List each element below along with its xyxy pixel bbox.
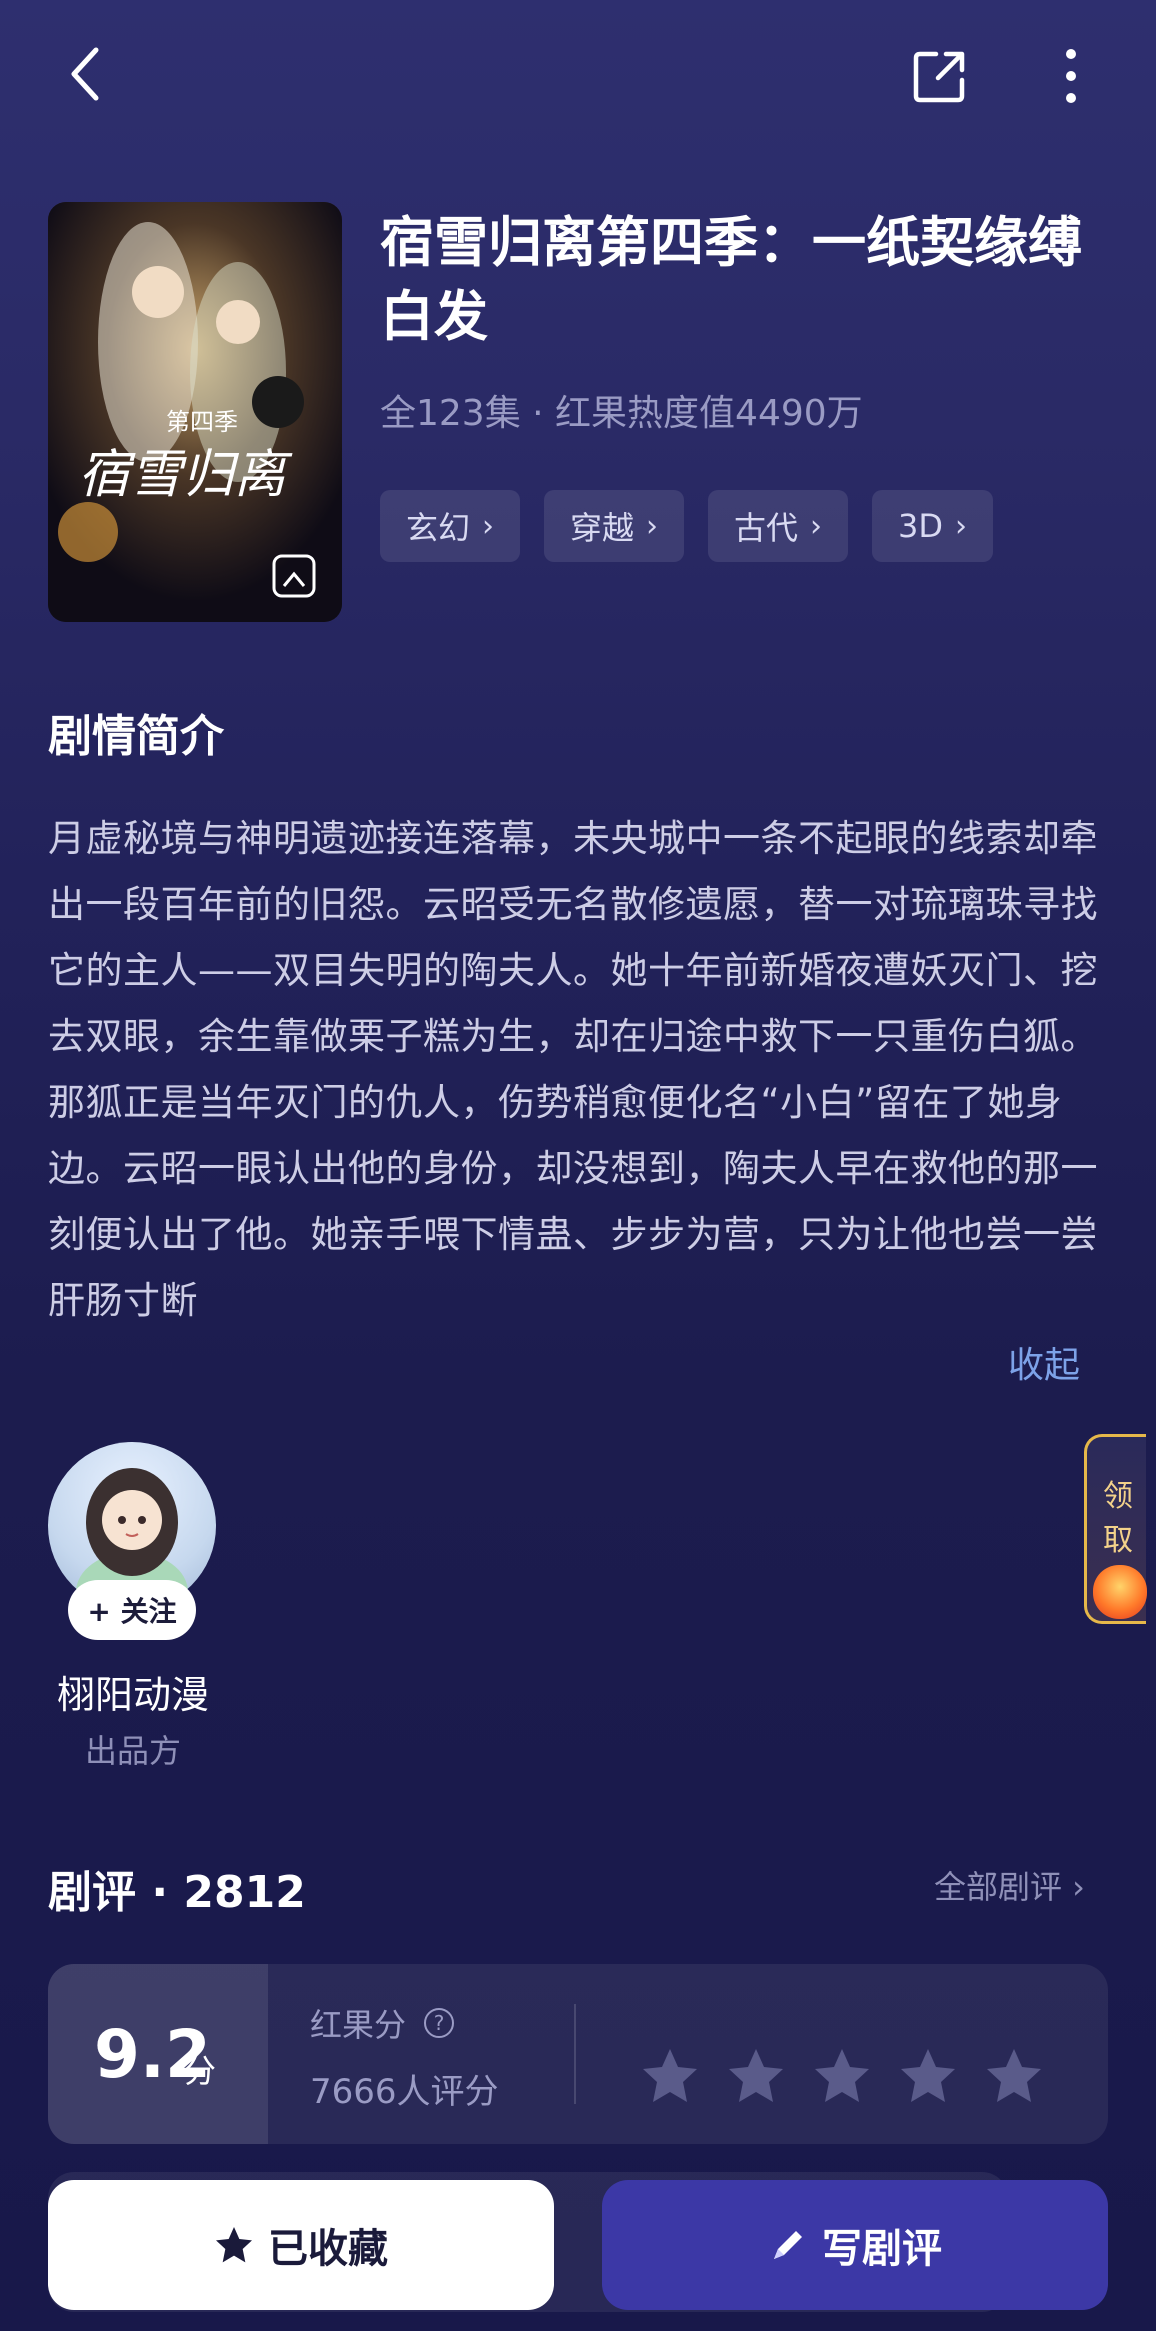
tag-chip[interactable]: 3D › bbox=[872, 490, 994, 562]
producer-name[interactable]: 栩阳动漫 bbox=[48, 1664, 218, 1719]
more-button[interactable] bbox=[1046, 44, 1096, 108]
chevron-right-icon: › bbox=[482, 508, 495, 544]
drama-meta: 全123集 · 红果热度值4490万 bbox=[380, 393, 863, 434]
reward-label: 领取 bbox=[1103, 1479, 1133, 1558]
tag-list: 玄幻 › 穿越 › 古代 › 3D › bbox=[380, 490, 994, 562]
write-review-button[interactable]: 写剧评 bbox=[602, 2180, 1108, 2310]
rating-count: 7666人评分 bbox=[310, 2072, 499, 2112]
top-bar bbox=[0, 0, 1156, 160]
cover-artwork: 第四季 宿雪归离 bbox=[48, 202, 342, 622]
star-icon[interactable] bbox=[984, 2046, 1044, 2106]
star-icon[interactable] bbox=[640, 2046, 700, 2106]
tag-label: 3D bbox=[898, 507, 944, 545]
rating-label: 红果分 bbox=[310, 2006, 407, 2044]
reward-side-tab[interactable]: 领取 bbox=[1084, 1434, 1147, 1624]
collapse-link[interactable]: 收起 bbox=[1008, 1336, 1080, 1388]
rate-stars bbox=[640, 2046, 1044, 2106]
chevron-left-icon bbox=[71, 47, 99, 101]
drama-title: 宿雪归离第四季：一纸契缘缚白发 bbox=[380, 211, 1082, 348]
gift-icon bbox=[1093, 1565, 1147, 1619]
star-icon[interactable] bbox=[726, 2046, 786, 2106]
tag-chip[interactable]: 玄幻 › bbox=[380, 490, 521, 562]
reviews-heading: 剧评 · 2812 bbox=[48, 1867, 306, 1918]
pencil-icon bbox=[774, 2231, 802, 2259]
follow-button[interactable]: + 关注 bbox=[68, 1580, 196, 1640]
cover-season-text: 第四季 bbox=[166, 408, 238, 436]
more-vertical-icon bbox=[1066, 49, 1076, 103]
tag-chip[interactable]: 古代 › bbox=[708, 490, 849, 562]
chevron-right-icon: › bbox=[810, 508, 823, 544]
tag-label: 穿越 bbox=[570, 509, 635, 547]
drama-cover-image[interactable]: 第四季 宿雪归离 bbox=[48, 202, 342, 622]
star-icon[interactable] bbox=[898, 2046, 958, 2106]
score-unit: 分 bbox=[184, 2052, 217, 2090]
rating-card: 9.2 分 红果分 ? 7666人评分 bbox=[48, 1964, 1108, 2144]
chevron-right-icon: › bbox=[955, 508, 968, 544]
tag-label: 玄幻 bbox=[406, 509, 471, 547]
collected-button[interactable]: 已收藏 bbox=[48, 2180, 554, 2310]
star-icon[interactable] bbox=[812, 2046, 872, 2106]
help-icon[interactable]: ? bbox=[424, 2008, 454, 2038]
all-reviews-link[interactable]: 全部剧评 › bbox=[934, 1862, 1085, 1908]
back-button[interactable] bbox=[56, 44, 116, 104]
write-review-label: 写剧评 bbox=[822, 2226, 942, 2272]
score-box: 9.2 分 bbox=[48, 1964, 268, 2144]
cover-title-text: 宿雪归离 bbox=[78, 445, 293, 505]
divider bbox=[574, 2004, 576, 2104]
star-filled-icon bbox=[216, 2227, 252, 2263]
chevron-right-icon: › bbox=[646, 508, 659, 544]
collected-label: 已收藏 bbox=[268, 2226, 388, 2272]
tag-label: 古代 bbox=[734, 509, 799, 547]
synopsis-heading: 剧情简介 bbox=[48, 711, 224, 762]
producer-role: 出品方 bbox=[84, 1732, 181, 1770]
share-icon bbox=[913, 51, 965, 103]
synopsis-text: 月虚秘境与神明遗迹接连落幕，未央城中一条不起眼的线索却牵出一段百年前的旧怨。云昭… bbox=[48, 817, 1098, 1322]
tag-chip[interactable]: 穿越 › bbox=[544, 490, 685, 562]
share-button[interactable] bbox=[908, 44, 972, 108]
